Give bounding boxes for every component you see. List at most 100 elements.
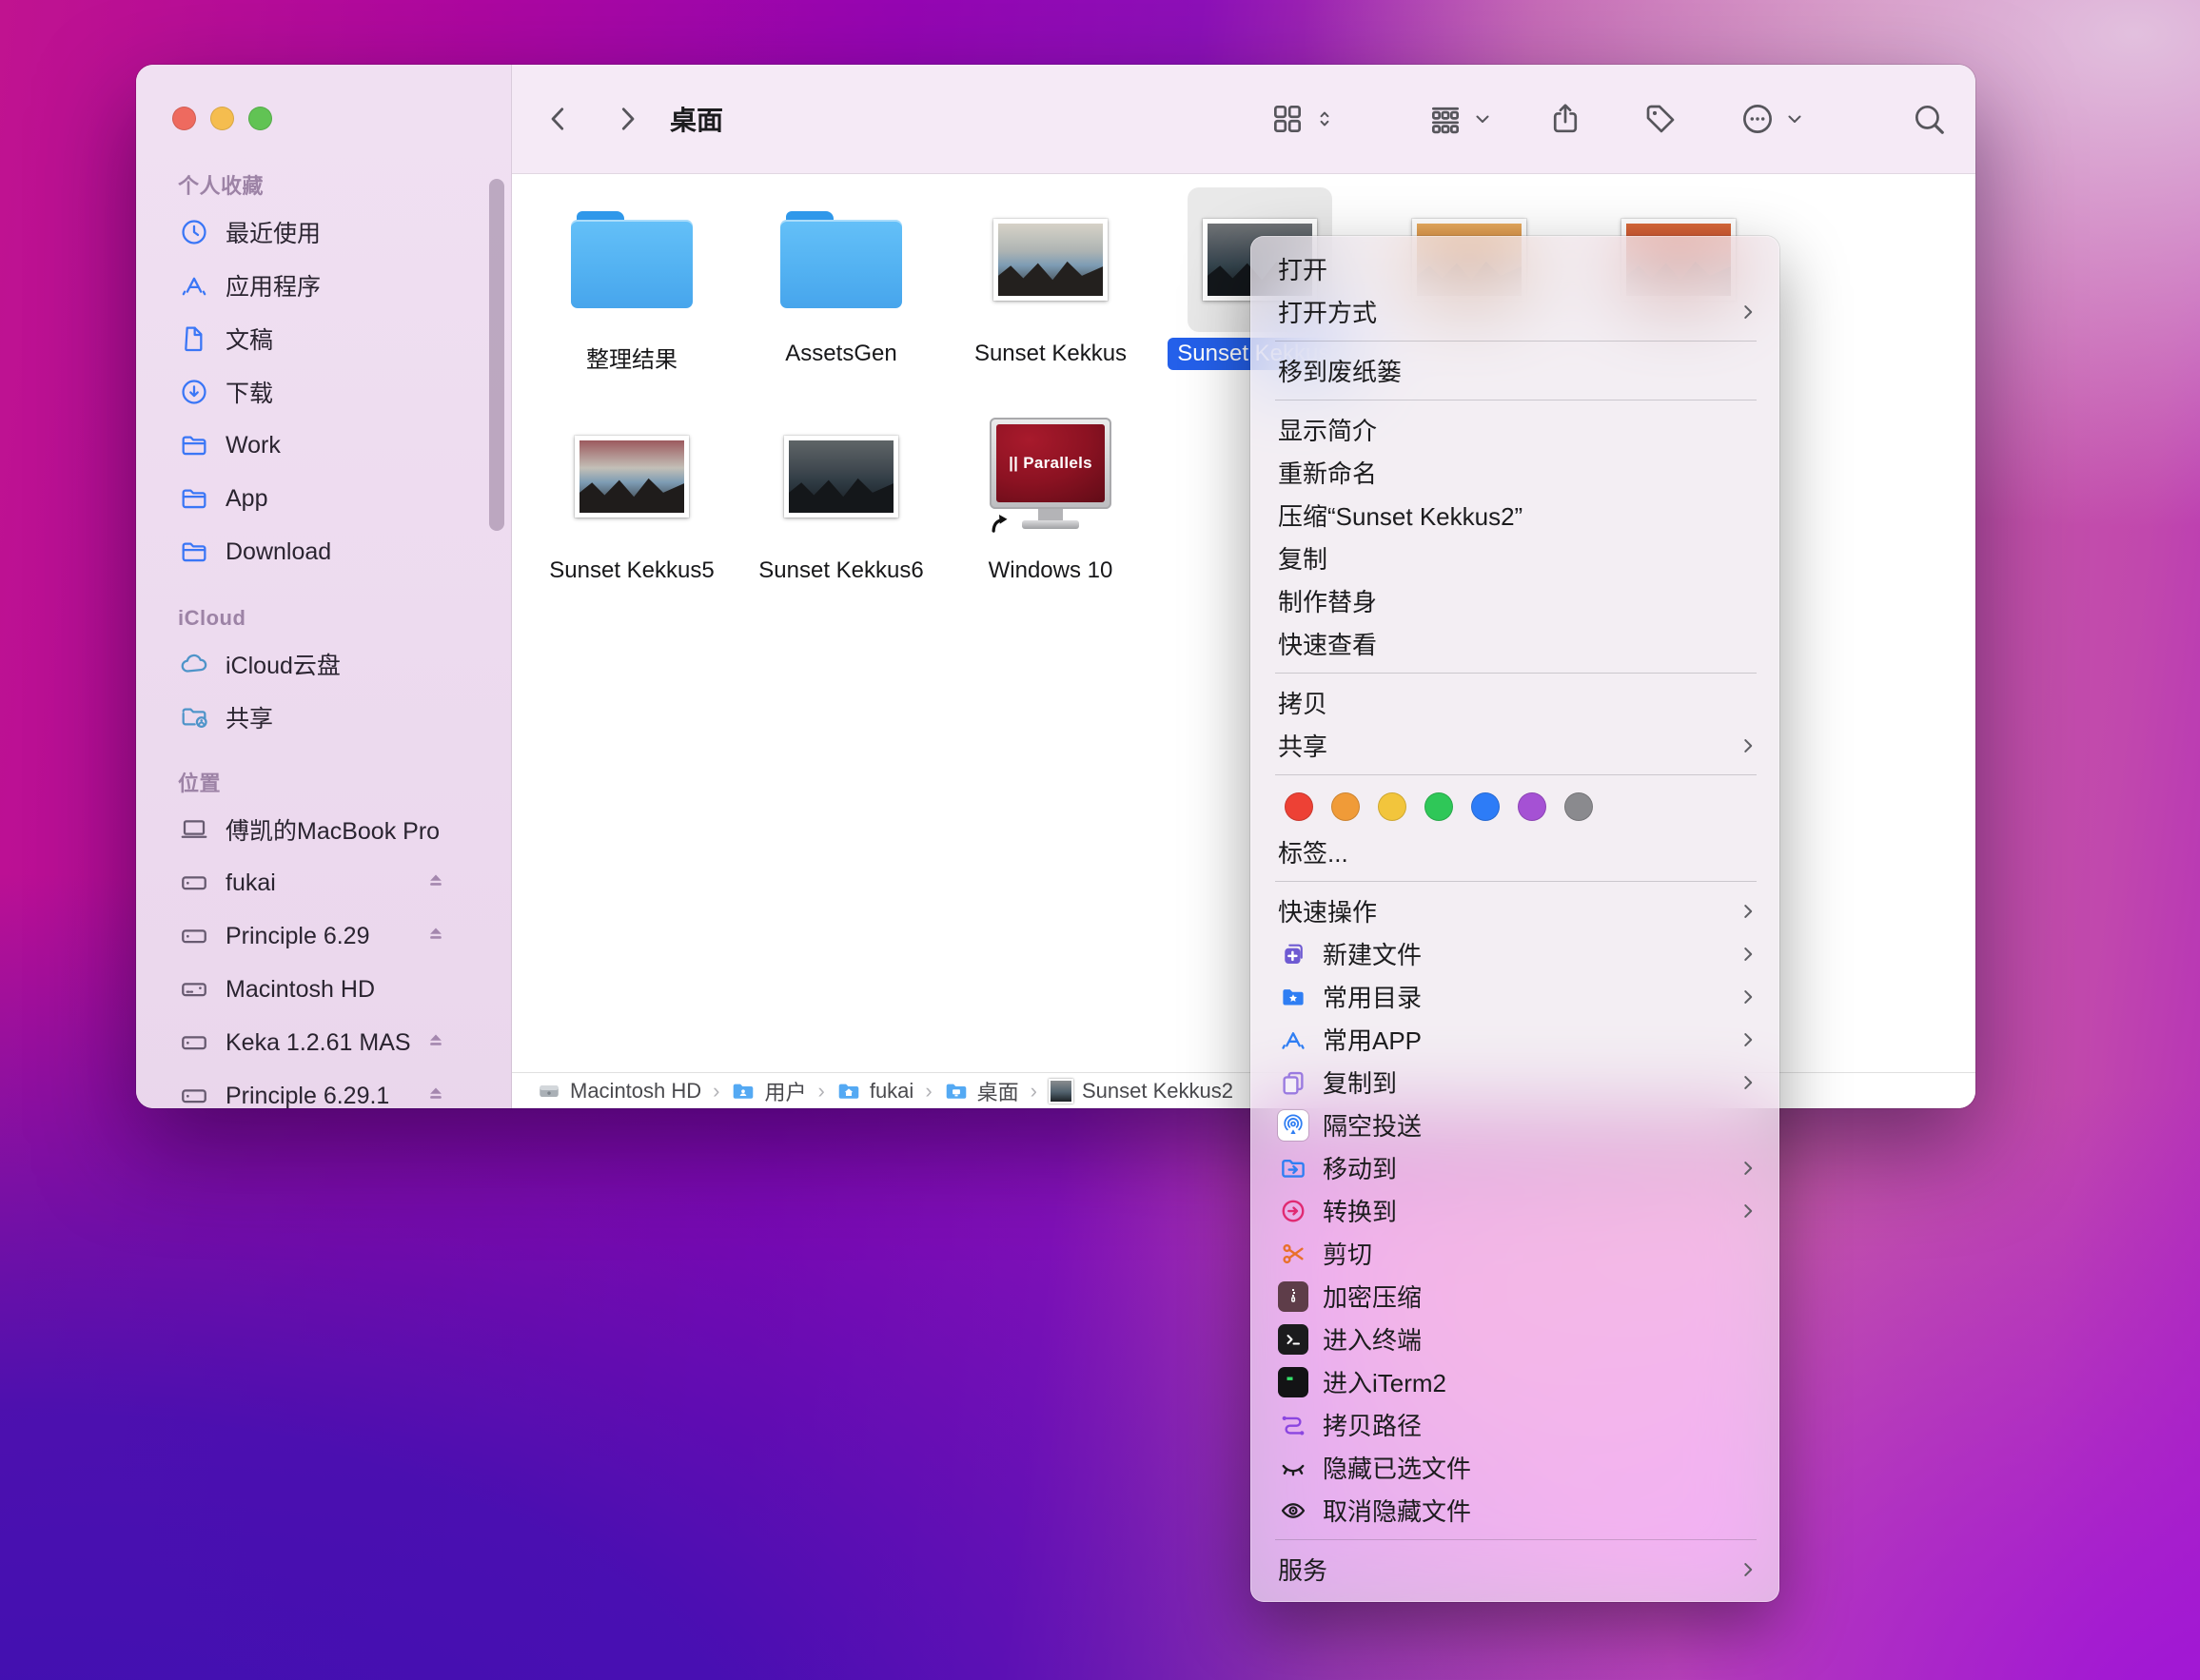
menu-item[interactable]: 制作替身 [1250,579,1779,622]
sidebar-item-keka-1.2.61-mas[interactable]: Keka 1.2.61 MAS [136,1016,511,1069]
sidebar-item-macintosh-hd[interactable]: Macintosh HD [136,963,511,1016]
menu-item[interactable]: 转换到 [1250,1189,1779,1232]
folder-home-icon [836,1079,861,1104]
tag-color-swatch[interactable] [1285,792,1313,821]
disk-icon [178,867,210,899]
eye-icon [1278,1495,1308,1526]
view-updown-icon[interactable] [1313,93,1336,145]
tag-color-swatch[interactable] [1424,792,1453,821]
file-item[interactable]: || Parallels Windows 10 [946,404,1155,621]
laptop-icon [178,813,210,846]
tag-color-swatch[interactable] [1564,792,1593,821]
sidebar-item-傅凯的macbook-pro[interactable]: 傅凯的MacBook Pro [136,803,511,856]
sidebar-item-icloud云盘[interactable]: iCloud云盘 [136,637,511,691]
menu-item[interactable]: 常用目录 [1250,975,1779,1018]
menu-item[interactable]: 复制到 [1250,1061,1779,1104]
forward-button[interactable] [605,97,649,141]
menu-item[interactable]: 标签... [1250,830,1779,873]
parallels-app-icon: || Parallels [990,418,1111,536]
tag-color-swatch[interactable] [1331,792,1360,821]
more-icon[interactable] [1739,93,1776,145]
menu-item[interactable]: 拷贝 [1250,681,1779,724]
close-button[interactable] [172,107,196,130]
eject-icon[interactable] [423,868,448,899]
menu-item[interactable]: 打开 [1250,247,1779,290]
sidebar-item-app[interactable]: App [136,472,511,525]
menu-item[interactable]: 重新命名 [1250,451,1779,494]
menu-item-label: 移到废纸篓 [1278,358,1403,386]
file-item[interactable]: AssetsGen [737,187,946,404]
tag-color-swatch[interactable] [1518,792,1546,821]
file-name: Sunset Kekkus [973,341,1128,366]
disk-icon [178,920,210,952]
sidebar-item-共享[interactable]: 共享 [136,691,511,744]
clock-icon [178,216,210,248]
menu-item[interactable]: 复制 [1250,537,1779,579]
menu-item[interactable]: 压缩“Sunset Kekkus2” [1250,494,1779,537]
sidebar-item-最近使用[interactable]: 最近使用 [136,205,511,259]
share-icon[interactable] [1547,93,1583,145]
menu-item-label: 复制 [1278,545,1328,574]
tag-icon[interactable] [1642,93,1679,145]
search-icon[interactable] [1911,93,1947,145]
zoom-button[interactable] [248,107,272,130]
sidebar-section-header: iCloud [178,606,246,630]
path-item[interactable]: 用户 [731,1076,807,1106]
sidebar-item-work[interactable]: Work [136,419,511,472]
tag-color-swatch[interactable] [1471,792,1500,821]
menu-item[interactable]: 移动到 [1250,1146,1779,1189]
sidebar-item-文稿[interactable]: 文稿 [136,312,511,365]
menu-item[interactable]: 拷贝路径 [1250,1403,1779,1446]
menu-item[interactable]: 隔空投送 [1250,1104,1779,1146]
sidebar-item-label: 最近使用 [226,221,322,247]
menu-item[interactable]: 常用APP [1250,1018,1779,1061]
menu-item[interactable]: 快速操作 [1250,889,1779,932]
menu-item[interactable]: 移到废纸篓 [1250,349,1779,392]
chevron-down-icon[interactable] [1783,93,1806,145]
view-grid-icon[interactable] [1269,93,1306,145]
folder-icon [560,187,704,332]
path-item[interactable]: 桌面 [944,1076,1019,1106]
tag-color-swatch[interactable] [1378,792,1406,821]
menu-item-label: 显示简介 [1278,417,1378,445]
eject-icon[interactable] [423,921,448,952]
eject-icon[interactable] [423,1027,448,1059]
sidebar-scrollbar[interactable] [489,179,504,531]
window-title: 桌面 [670,106,724,135]
path-separator: › [1030,1078,1037,1103]
menu-item[interactable]: 显示简介 [1250,408,1779,451]
menu-item[interactable]: 隐藏已选文件 [1250,1446,1779,1489]
minimize-button[interactable] [210,107,234,130]
group-by-icon[interactable] [1427,93,1463,145]
chevron-down-icon[interactable] [1471,93,1494,145]
sidebar-item-应用程序[interactable]: 应用程序 [136,259,511,312]
menu-item[interactable]: 新建文件 [1250,932,1779,975]
sidebar-item-principle-6.29.1[interactable]: Principle 6.29.1 [136,1069,511,1108]
back-button[interactable] [537,97,580,141]
sidebar-item-label: App [226,484,268,512]
monitor-glyph: || Parallels [990,418,1111,509]
path-item[interactable]: Macintosh HD [537,1079,701,1104]
file-item[interactable]: Sunset Kekkus [946,187,1155,404]
sidebar-item-下载[interactable]: 下载 [136,365,511,419]
photo-mini-icon [1048,1078,1073,1104]
file-item[interactable]: Sunset Kekkus5 [527,404,737,621]
menu-item[interactable]: 快速查看 [1250,622,1779,665]
menu-item-label: 快速操作 [1278,898,1378,927]
menu-item[interactable]: 共享 [1250,724,1779,767]
menu-item[interactable]: 进入终端 [1250,1318,1779,1360]
sidebar-item-download[interactable]: Download [136,525,511,578]
file-item[interactable]: Sunset Kekkus6 [737,404,946,621]
path-item[interactable]: fukai [836,1079,913,1104]
menu-item[interactable]: 取消隐藏文件 [1250,1489,1779,1532]
path-item[interactable]: Sunset Kekkus2 [1048,1078,1233,1104]
sidebar-item-fukai[interactable]: fukai [136,856,511,909]
file-item[interactable]: 整理结果 [527,187,737,404]
menu-item[interactable]: 剪切 [1250,1232,1779,1275]
menu-item[interactable]: 服务 [1250,1548,1779,1591]
menu-item[interactable]: 打开方式 [1250,290,1779,333]
menu-item[interactable]: 加密压缩 [1250,1275,1779,1318]
eject-icon[interactable] [423,1081,448,1109]
sidebar-item-principle-6.29[interactable]: Principle 6.29 [136,909,511,963]
menu-item[interactable]: 进入iTerm2 [1250,1360,1779,1403]
